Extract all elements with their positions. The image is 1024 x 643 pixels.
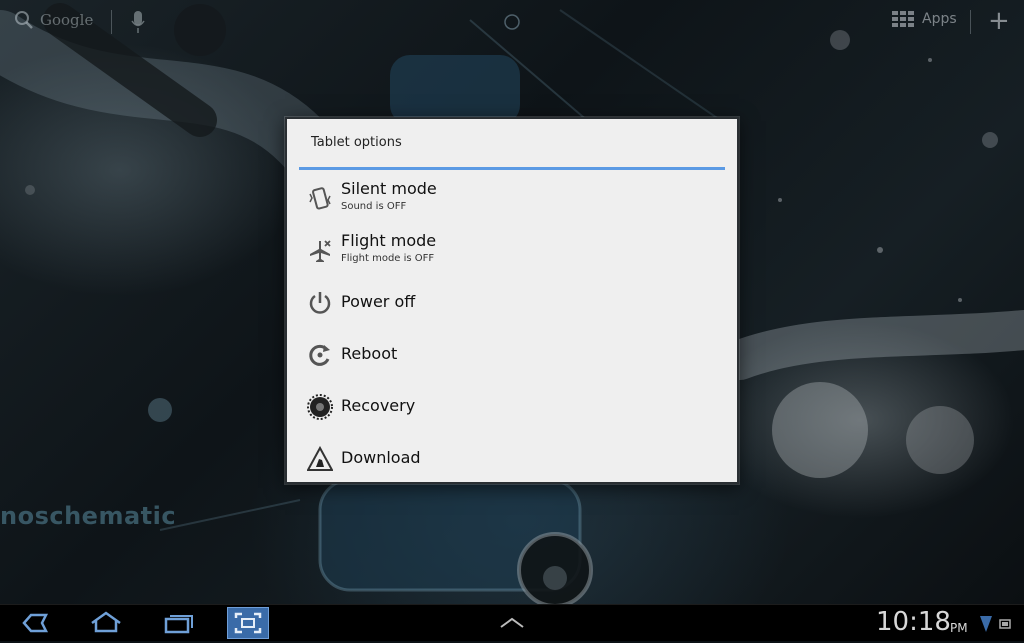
microphone-icon [131, 11, 145, 33]
option-label: Download [341, 448, 421, 467]
back-button[interactable] [14, 607, 54, 639]
vibrate-icon [309, 187, 331, 210]
add-widget-button[interactable]: + [988, 8, 1010, 34]
option-reboot[interactable]: Reboot [299, 330, 725, 380]
option-flight-mode[interactable]: Flight mode Flight mode is OFF [299, 226, 725, 276]
chevron-up-icon [500, 617, 524, 628]
wallpaper-brand-text: noschematic [0, 502, 177, 530]
screenshot-button[interactable] [227, 607, 269, 639]
home-icon [91, 611, 121, 633]
option-download[interactable]: Download [299, 434, 725, 484]
option-status: Flight mode is OFF [341, 253, 435, 264]
signal-icon [980, 616, 992, 632]
status-clock[interactable]: 10:18 [876, 607, 951, 637]
option-status: Sound is OFF [341, 201, 407, 212]
recovery-icon [307, 394, 333, 420]
battery-icon [999, 619, 1011, 629]
download-icon [307, 446, 333, 471]
recent-apps-icon [164, 615, 193, 634]
google-search-button[interactable]: Google [14, 10, 93, 30]
search-label: Google [40, 11, 94, 29]
dialog-title: Tablet options [311, 135, 402, 150]
title-divider [299, 167, 725, 170]
apps-button[interactable]: Apps [892, 11, 957, 27]
option-label: Reboot [341, 344, 398, 363]
option-power-off[interactable]: Power off [299, 278, 725, 328]
divider [970, 10, 971, 34]
option-label: Flight mode [341, 231, 437, 250]
home-top-bar: Google Apps + [0, 0, 1024, 44]
apps-grid-icon [892, 11, 914, 27]
option-label: Power off [341, 292, 416, 311]
option-silent-mode[interactable]: Silent mode Sound is OFF [299, 174, 725, 224]
option-label: Silent mode [341, 179, 437, 198]
option-label: Recovery [341, 396, 416, 415]
option-recovery[interactable]: Recovery [299, 382, 725, 432]
airplane-icon [310, 240, 331, 262]
home-button[interactable] [86, 607, 126, 639]
recent-apps-button[interactable] [158, 607, 198, 639]
system-navigation-bar: 10:18 PM [0, 604, 1024, 641]
divider [111, 10, 112, 34]
status-clock-ampm: PM [950, 621, 968, 635]
voice-search-button[interactable] [130, 10, 146, 38]
apps-label: Apps [922, 11, 957, 27]
search-icon [15, 11, 33, 29]
show-notifications-button[interactable] [492, 607, 532, 639]
reboot-icon [309, 344, 330, 366]
tablet-options-dialog: Tablet options Silent mode Sound is OFF … [285, 117, 739, 484]
power-icon [309, 292, 331, 314]
back-icon [22, 613, 49, 633]
screenshot-icon [234, 612, 262, 634]
